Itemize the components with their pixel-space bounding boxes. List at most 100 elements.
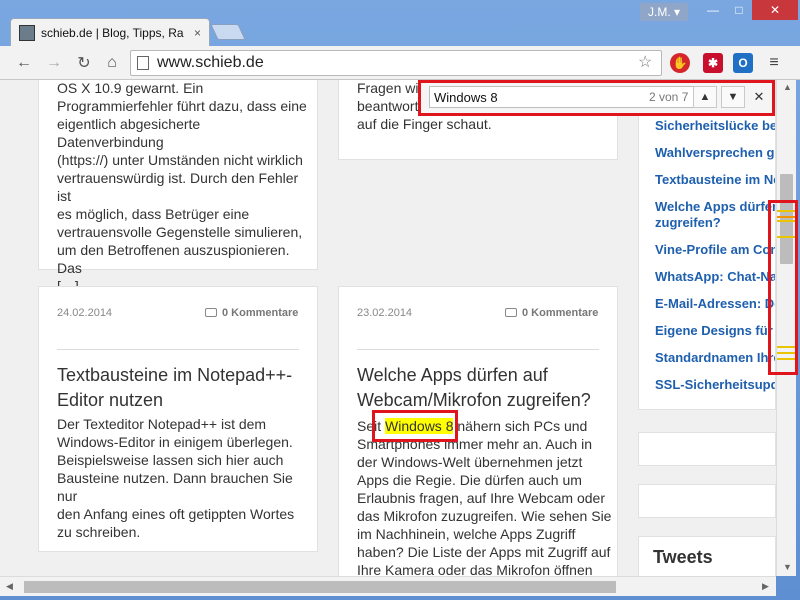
sidebar-link[interactable]: Eigene Designs für W	[655, 323, 775, 339]
sidebar-link[interactable]: Vine-Profile am Com	[655, 242, 775, 258]
profile-button[interactable]: J.M. ▾	[640, 3, 689, 21]
comments-count: 0 Kommentare	[522, 307, 599, 319]
post-title[interactable]: Welche Apps dürfen auf Webcam/Mikrofon z…	[357, 363, 607, 413]
recent-posts-widget: Sicherheitslücke bei Wahlversprechen ge Te…	[638, 80, 776, 410]
post-excerpt: Smartphones immer mehr an. Auch in der Wi…	[357, 435, 613, 576]
divider	[57, 349, 299, 350]
sidebar-widget	[638, 484, 776, 518]
text-line: im Nachhinein, welche Apps Zugriff	[357, 526, 576, 542]
text-line: vertrauenswürdig ist. Durch den Fehler i…	[57, 170, 299, 204]
sidebar-link[interactable]: Textbausteine im Ne	[655, 172, 775, 188]
comment-icon	[505, 308, 517, 317]
comment-icon	[205, 308, 217, 317]
bookmark-star-icon[interactable]: ☆	[638, 52, 652, 72]
match-marker	[777, 346, 795, 348]
tweets-widget: Tweets	[638, 536, 776, 576]
sidebar-link[interactable]: Wahlversprechen ge	[655, 145, 775, 161]
text-before-match: Seit	[357, 418, 386, 434]
text-line: haben? Die Liste der Apps mit Zugriff au…	[357, 544, 611, 560]
sidebar-link[interactable]: SSL-Sicherheitsupda	[655, 377, 775, 393]
outlook-icon[interactable]: O	[733, 53, 753, 73]
text-line: (https://) unter Umständen nicht wirklic…	[57, 152, 303, 168]
text-line: eigentlich abgesicherte Datenverbindung	[57, 116, 201, 150]
sidebar-link[interactable]: Welche Apps dürfen	[655, 199, 775, 215]
text-line: Ihre Kamera oder das Mikrofon öffnen	[357, 562, 593, 576]
tab-close-icon[interactable]: ×	[194, 26, 201, 40]
tab-strip: schieb.de | Blog, Tipps, Ra × J.M. ▾ — □…	[0, 0, 800, 46]
text-line: Beispielsweise lassen sich hier auch	[57, 452, 284, 468]
address-bar[interactable]: www.schieb.de	[130, 50, 662, 76]
sidebar-link[interactable]: zugreifen?	[655, 215, 721, 231]
horizontal-scrollbar[interactable]: ◀ ▶	[0, 576, 776, 596]
scroll-down-icon[interactable]: ▼	[783, 562, 792, 572]
scroll-right-icon[interactable]: ▶	[762, 581, 769, 592]
post-date: 23.02.2014	[357, 307, 413, 319]
text-line: zu schreiben.	[57, 524, 141, 540]
match-marker	[777, 236, 795, 238]
text-after-match: nähern sich PCs und	[453, 418, 588, 434]
post-first-line: Seit Windows 8 nähern sich PCs und	[357, 417, 613, 435]
text-line: Programmierfehler führt dazu, dass eine	[57, 98, 307, 114]
tab-schieb[interactable]: schieb.de | Blog, Tipps, Ra ×	[10, 18, 210, 46]
find-previous-button[interactable]: ▲	[693, 86, 717, 108]
scrollbar-thumb[interactable]	[780, 174, 793, 264]
sidebar-link[interactable]: Sicherheitslücke bei	[655, 118, 775, 134]
sidebar-link[interactable]: WhatsApp: Chat-Na	[655, 269, 775, 285]
comments-link[interactable]: 0 Kommentare	[505, 307, 598, 319]
site-favicon-icon	[19, 24, 35, 41]
article-card: 24.02.2014 0 Kommentare Textbausteine im…	[38, 286, 318, 552]
url-text: www.schieb.de	[157, 54, 264, 71]
minimize-button[interactable]: —	[700, 0, 726, 20]
text-line: um den Betroffenen auszuspionieren. Das	[57, 242, 290, 276]
reload-icon[interactable]: ↻	[74, 53, 94, 73]
new-tab-button[interactable]	[210, 24, 246, 40]
scroll-left-icon[interactable]: ◀	[6, 581, 13, 592]
sidebar-link[interactable]: E-Mail-Adressen: De	[655, 296, 775, 312]
menu-icon[interactable]: ≡	[764, 53, 784, 73]
lastpass-icon[interactable]: ✱	[703, 53, 723, 73]
text-line: den Anfang eines oft getippten Wortes	[57, 506, 295, 522]
text-line: es möglich, dass Betrüger eine	[57, 206, 250, 222]
article-card: 23.02.2014 0 Kommentare Welche Apps dürf…	[338, 286, 618, 576]
text-line: Apps die Regie. Die dürfen auch um	[357, 472, 582, 488]
scroll-up-icon[interactable]: ▲	[783, 82, 792, 92]
divider	[357, 349, 599, 350]
search-match-highlight: Windows 8	[385, 418, 454, 434]
text-line: Smartphones immer mehr an. Auch in	[357, 436, 592, 452]
text-line: der Windows-Welt übernehmen jetzt	[357, 454, 583, 470]
browser-window: schieb.de | Blog, Tipps, Ra × J.M. ▾ — □…	[0, 0, 800, 600]
match-marker	[777, 352, 795, 354]
maximize-button[interactable]: □	[726, 0, 752, 20]
match-marker	[777, 210, 795, 212]
home-icon[interactable]: ⌂	[102, 53, 122, 73]
text-line: das Mikrofon zuzugreifen. Wie sehen Sie	[357, 508, 612, 524]
match-marker	[777, 220, 795, 222]
find-next-button[interactable]: ▼	[721, 86, 745, 108]
text-line: auf die Finger schaut.	[357, 116, 492, 132]
text-line: Bausteine nutzen. Dann brauchen Sie nur	[57, 470, 293, 504]
sidebar-link[interactable]: Standardnamen Ihre	[655, 350, 775, 366]
close-window-button[interactable]: ✕	[752, 0, 798, 20]
article-card-continued: OS X 10.9 gewarnt. Ein Programmierfehler …	[38, 80, 318, 294]
text-line: Erlaubnis fragen, auf Ihre Webcam oder	[357, 490, 605, 506]
comments-count: 0 Kommentare	[222, 307, 299, 319]
scrollbar-thumb[interactable]	[24, 581, 616, 593]
text-line: vertrauensvolle Gegenstelle simulieren,	[57, 224, 303, 240]
find-match-count: 2 von 7	[649, 90, 689, 104]
match-marker	[777, 358, 795, 360]
text-line: Der Texteditor Notepad++ ist dem	[57, 416, 267, 432]
article-excerpt: OS X 10.9 gewarnt. Ein Programmierfehler …	[57, 80, 307, 295]
match-marker-active	[777, 216, 795, 218]
adblock-icon[interactable]: ✋	[670, 53, 690, 73]
post-date: 24.02.2014	[57, 307, 113, 319]
back-arrow-icon[interactable]: ←	[14, 53, 34, 73]
post-title[interactable]: Textbausteine im Notepad++-Editor nutzen	[57, 363, 303, 413]
page-icon	[137, 56, 149, 70]
vertical-scrollbar[interactable]: ▲ ▼	[776, 80, 796, 576]
sidebar-widget	[638, 432, 776, 466]
find-close-button[interactable]: ✕	[749, 86, 769, 108]
tweets-title: Tweets	[653, 547, 713, 567]
forward-arrow-icon[interactable]: →	[44, 53, 64, 73]
comments-link[interactable]: 0 Kommentare	[205, 307, 298, 319]
text-line: OS X 10.9 gewarnt. Ein	[57, 80, 204, 96]
